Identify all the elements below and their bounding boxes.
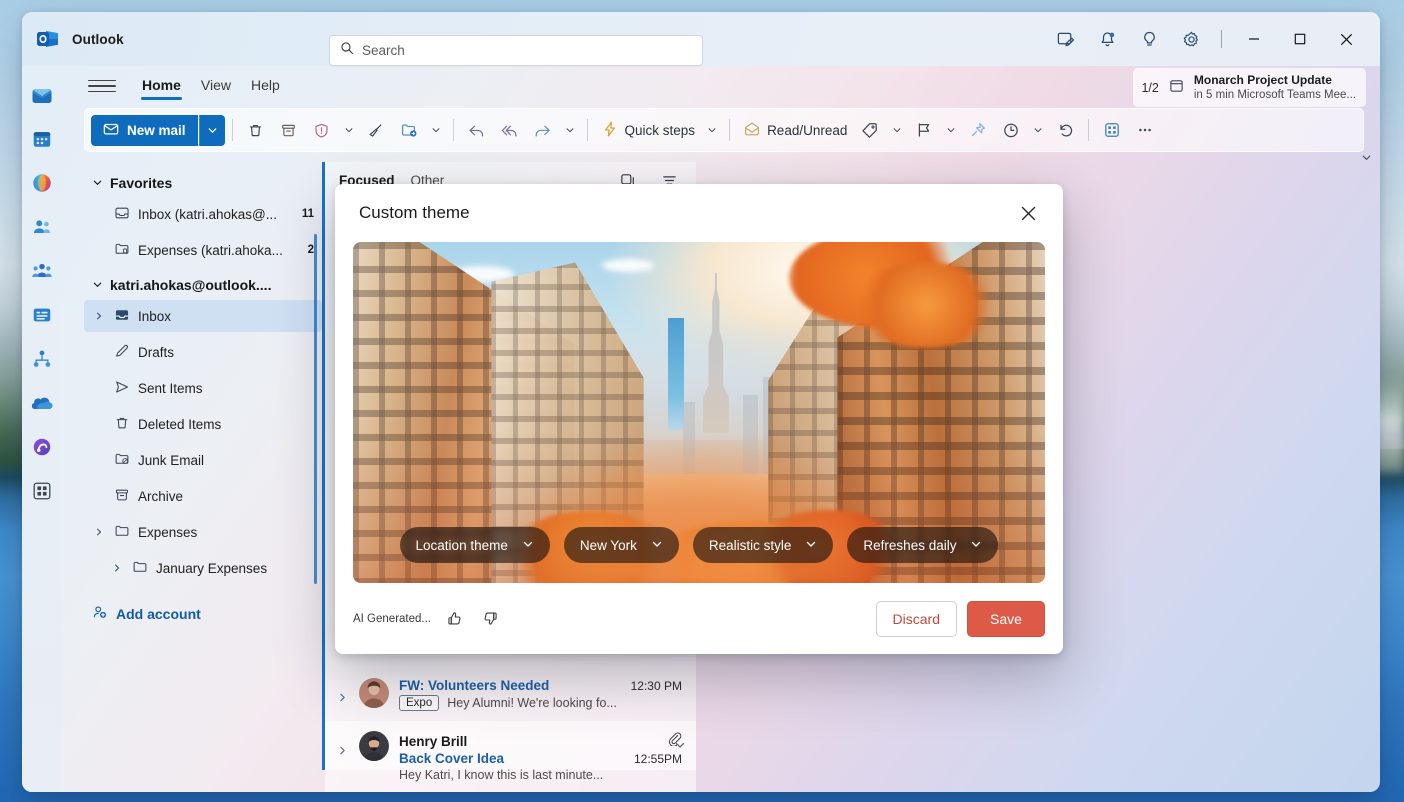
dialog-header: Custom theme: [335, 184, 1063, 242]
pill-style-label: Realistic style: [709, 538, 792, 553]
pill-refresh-frequency-label: Refreshes daily: [863, 538, 956, 553]
chevron-down-icon: [522, 538, 534, 553]
thumbs-up-icon[interactable]: [441, 606, 467, 632]
dialog-footer: AI Generated... Discard Save: [335, 583, 1063, 654]
outlook-window: Outlook: [22, 12, 1380, 792]
chevron-down-icon: [970, 538, 982, 553]
custom-theme-dialog: Custom theme: [335, 184, 1063, 654]
theme-preview-image: Location theme New York Realistic style: [353, 242, 1045, 583]
pill-location-theme[interactable]: Location theme: [400, 527, 550, 563]
pill-location-theme-label: Location theme: [416, 538, 508, 553]
pill-style[interactable]: Realistic style: [693, 527, 834, 563]
pill-city[interactable]: New York: [564, 527, 679, 563]
theme-option-pills: Location theme New York Realistic style: [353, 527, 1045, 563]
pill-refresh-frequency[interactable]: Refreshes daily: [847, 527, 998, 563]
close-icon[interactable]: [1011, 196, 1045, 230]
chevron-down-icon: [805, 538, 817, 553]
ai-generated-label: AI Generated...: [353, 613, 431, 625]
dialog-title: Custom theme: [359, 203, 1011, 223]
discard-button[interactable]: Discard: [876, 601, 957, 637]
save-button[interactable]: Save: [967, 601, 1045, 637]
thumbs-down-icon[interactable]: [477, 606, 503, 632]
chevron-down-icon: [651, 538, 663, 553]
modal-overlay: Custom theme: [22, 12, 1380, 792]
pill-city-label: New York: [580, 538, 637, 553]
